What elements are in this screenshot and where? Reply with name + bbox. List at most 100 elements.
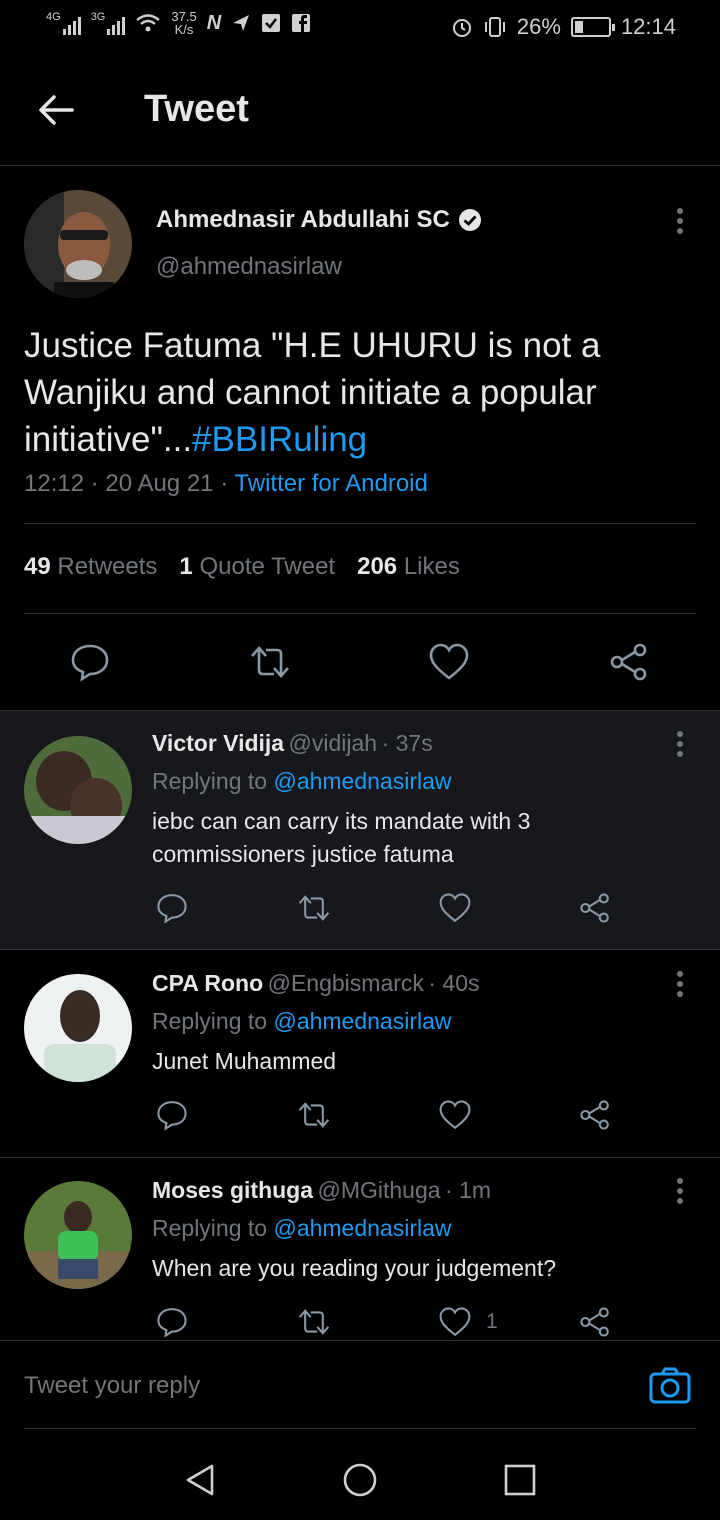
camera-icon[interactable] — [648, 1366, 692, 1406]
retweet-icon[interactable] — [296, 1099, 332, 1131]
likes-stat[interactable]: 206 Likes — [357, 553, 460, 581]
n-icon: N — [206, 11, 222, 34]
replying-label: Replying to — [152, 768, 268, 794]
status-bar: 4G 3G 37.5 K/s N 26% 12:14 — [0, 0, 720, 56]
divider — [0, 949, 720, 950]
nav-home-icon[interactable] — [342, 1462, 378, 1498]
reply-avatar[interactable] — [24, 974, 132, 1082]
battery-icon — [570, 17, 615, 37]
reply-avatar[interactable] — [24, 1181, 132, 1289]
clock: 12:14 — [620, 14, 676, 39]
replying-to-link[interactable]: @ahmednasirlaw — [273, 768, 451, 794]
tweet-text: Justice Fatuma "H.E UHURU is not a Wanji… — [24, 322, 684, 463]
tweet-meta: 12:12 · 20 Aug 21 · Twitter for Android — [24, 470, 428, 498]
share-icon[interactable] — [578, 1099, 612, 1131]
divider — [24, 613, 696, 614]
retweet-icon[interactable] — [296, 892, 332, 924]
like-heart-icon[interactable] — [428, 642, 470, 682]
reply-time: · 40s — [428, 970, 480, 996]
separator: · — [220, 470, 229, 497]
divider — [0, 165, 720, 166]
like-heart-icon[interactable] — [438, 892, 472, 924]
reply-text: iebc can can carry its mandate with 3 co… — [152, 808, 531, 867]
retweets-count: 49 — [24, 553, 51, 580]
net-type-1: 4G — [46, 11, 61, 23]
like-heart-icon[interactable] — [438, 1306, 472, 1338]
divider — [24, 1428, 696, 1429]
status-left: 4G 3G 37.5 K/s N — [46, 10, 311, 36]
nav-recents-icon[interactable] — [502, 1462, 538, 1498]
retweets-stat[interactable]: 49 Retweets — [24, 553, 157, 581]
reply-icon[interactable] — [156, 1099, 188, 1131]
verified-badge-icon — [458, 209, 481, 231]
signal-3g: 3G — [91, 11, 126, 35]
more-options-icon[interactable] — [676, 731, 684, 759]
reply-author-name[interactable]: CPA Rono — [152, 970, 263, 996]
reply-text: When are you reading your judgement? — [152, 1255, 557, 1281]
more-options-icon[interactable] — [676, 1178, 684, 1206]
system-nav-bar — [0, 1432, 720, 1520]
reply-time: · 1m — [445, 1177, 491, 1203]
back-arrow-icon[interactable] — [36, 90, 76, 130]
alarm-icon — [452, 19, 471, 37]
divider — [0, 1157, 720, 1158]
reply-composer — [0, 1340, 720, 1432]
reply-header: Victor Vidija @vidijah · 37s — [152, 730, 433, 757]
replying-to-link[interactable]: @ahmednasirlaw — [273, 1215, 451, 1241]
author-avatar[interactable] — [24, 190, 132, 298]
retweet-icon[interactable] — [248, 642, 292, 682]
reply-input[interactable] — [24, 1364, 604, 1408]
reply-author-handle[interactable]: @MGithuga — [317, 1177, 440, 1203]
share-icon[interactable] — [578, 892, 612, 924]
more-options-icon[interactable] — [676, 208, 684, 236]
hashtag-link[interactable]: #BBIRuling — [192, 420, 367, 459]
reply-icon[interactable] — [156, 892, 188, 924]
replying-to: Replying to @ahmednasirlaw — [152, 1215, 452, 1242]
reply-author-name[interactable]: Victor Vidija — [152, 730, 284, 756]
battery-percent: 26% — [516, 14, 561, 39]
facebook-icon — [292, 14, 311, 32]
likes-label: Likes — [403, 553, 460, 580]
reply-author-handle[interactable]: @vidijah — [289, 730, 378, 756]
divider — [0, 1340, 720, 1341]
reply-avatar[interactable] — [24, 736, 132, 844]
quotes-label: Quote Tweet — [199, 553, 336, 580]
likes-count: 206 — [357, 553, 398, 580]
tweet-stats: 49 Retweets 1 Quote Tweet 206 Likes — [24, 553, 460, 581]
author-handle[interactable]: @ahmednasirlaw — [156, 253, 342, 281]
more-options-icon[interactable] — [676, 971, 684, 999]
tweet-source-link[interactable]: Twitter for Android — [234, 470, 427, 497]
replying-to-link[interactable]: @ahmednasirlaw — [273, 1008, 451, 1034]
wifi-icon — [136, 14, 161, 32]
reply-header: Moses githuga @MGithuga · 1m — [152, 1177, 491, 1204]
quotes-count: 1 — [179, 553, 193, 580]
author-name-row[interactable]: Ahmednasir Abdullahi SC — [156, 206, 482, 234]
send-icon — [233, 15, 250, 31]
quotes-stat[interactable]: 1 Quote Tweet — [179, 553, 335, 581]
vibrate-icon — [484, 17, 505, 37]
check-box-icon — [262, 14, 281, 32]
reply-icon[interactable] — [156, 1306, 188, 1338]
reply-text: Junet Muhammed — [152, 1048, 337, 1074]
page-title: Tweet — [144, 88, 249, 130]
author-name[interactable]: Ahmednasir Abdullahi SC — [156, 206, 450, 234]
reply-icon[interactable] — [70, 642, 110, 682]
net-type-2: 3G — [90, 11, 106, 23]
signal-icon — [107, 15, 126, 35]
like-heart-icon[interactable] — [438, 1099, 472, 1131]
share-icon[interactable] — [578, 1306, 612, 1338]
reply-author-handle[interactable]: @Engbismarck — [268, 970, 424, 996]
retweets-label: Retweets — [57, 553, 158, 580]
status-right: 26% 12:14 — [451, 14, 676, 40]
like-count: 1 — [486, 1310, 498, 1333]
speed-unit: K/s — [174, 22, 194, 37]
separator: · — [90, 470, 99, 497]
retweet-icon[interactable] — [296, 1306, 332, 1338]
replying-to: Replying to @ahmednasirlaw — [152, 768, 452, 795]
reply-author-name[interactable]: Moses githuga — [152, 1177, 313, 1203]
network-speed: 37.5 K/s — [171, 10, 196, 36]
signal-4g: 4G — [46, 11, 81, 35]
share-icon[interactable] — [608, 642, 650, 682]
replying-label: Replying to — [152, 1008, 268, 1034]
nav-back-icon[interactable] — [182, 1462, 218, 1498]
